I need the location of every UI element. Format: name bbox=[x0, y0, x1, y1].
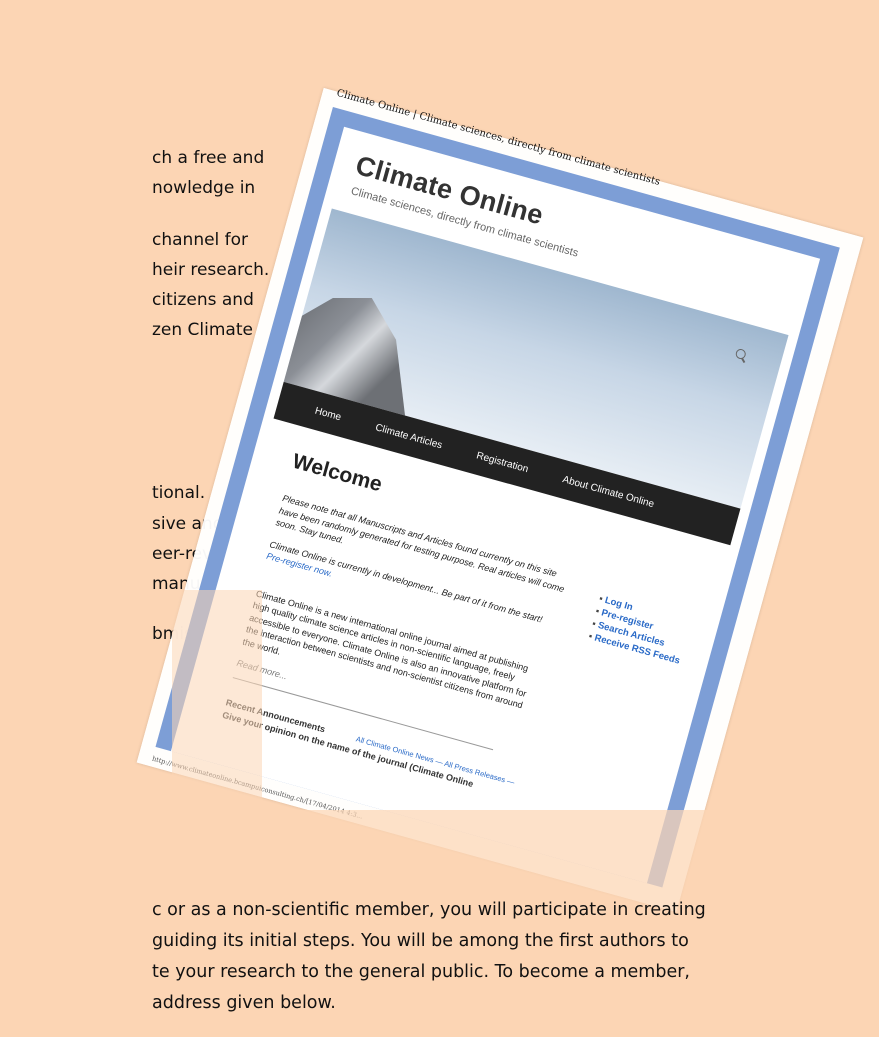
bg-text-line: nowledge in bbox=[152, 178, 256, 198]
screenshot-paper: Climate Online | Climate sciences, direc… bbox=[136, 88, 864, 913]
bg-text-line: tional. bbox=[152, 483, 206, 503]
nav-registration[interactable]: Registration bbox=[475, 450, 529, 475]
bg-bottom-line: guiding its initial steps. You will be a… bbox=[152, 931, 689, 951]
browser-frame: Climate Online Climate sciences, directl… bbox=[155, 107, 840, 888]
bg-text-line: channel for bbox=[152, 230, 249, 250]
bg-text-line: citizens and bbox=[152, 290, 254, 310]
bg-bottom-line: te your research to the general public. … bbox=[152, 962, 690, 982]
bg-text-line: ch a free and bbox=[152, 148, 265, 168]
sidebar-menu: Log In Pre-register Search Articles Rece… bbox=[587, 592, 692, 667]
search-icon[interactable] bbox=[734, 347, 747, 361]
nav-climate-articles[interactable]: Climate Articles bbox=[374, 422, 443, 451]
bg-bottom-line: address given below. bbox=[152, 993, 336, 1013]
bg-bottom-line: c or as a non-scientific member, you wil… bbox=[152, 900, 706, 920]
bg-text-line: heir research. bbox=[152, 260, 270, 280]
tilted-browser-screenshot: Climate Online | Climate sciences, direc… bbox=[136, 88, 864, 913]
bg-text-line: zen Climate bbox=[152, 320, 253, 340]
nav-home[interactable]: Home bbox=[314, 405, 343, 423]
page-title: Welcome bbox=[289, 449, 385, 497]
site-page: Climate Online Climate sciences, directl… bbox=[170, 126, 821, 884]
